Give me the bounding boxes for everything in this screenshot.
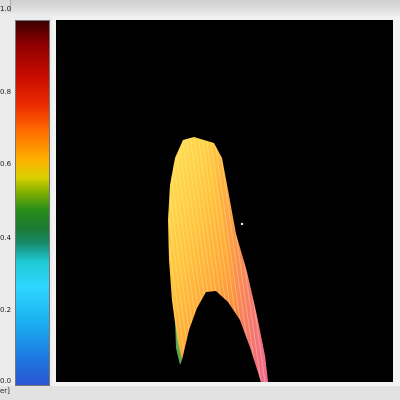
colorbar-tick-label: 0.4 [0, 234, 12, 242]
render-canvas[interactable] [56, 20, 393, 382]
arch-surface-texture [168, 137, 268, 382]
colorbar-tick-label: 0.8 [0, 88, 12, 96]
colorbar-panel: 1.0 0.8 0.6 0.4 0.2 0.0 [0, 5, 52, 400]
plot-frame [52, 16, 400, 386]
surface-marker [240, 222, 244, 226]
surface-render [168, 137, 268, 382]
visualization-window: 1.0 0.8 0.6 0.4 0.2 0.0 er] [0, 5, 400, 400]
colorbar-tick-label: 0.2 [0, 306, 12, 314]
window-top-strip [0, 0, 400, 15]
colorbar-tick-label: 0.0 [0, 377, 12, 385]
colorbar-tick-label: 1.0 [0, 5, 12, 13]
status-strip: er] [0, 386, 400, 400]
colorbar-gradient [15, 20, 50, 386]
colorbar-unit-label: er] [0, 387, 10, 395]
colorbar-tick-label: 0.6 [0, 160, 12, 168]
